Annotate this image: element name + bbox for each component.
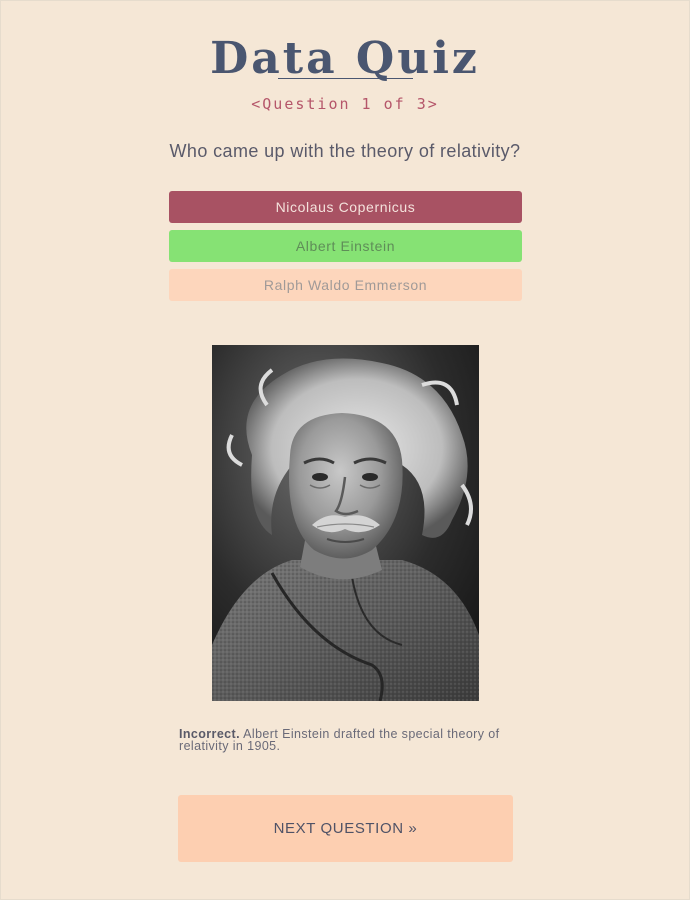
next-question-button[interactable]: NEXT QUESTION » bbox=[178, 795, 513, 862]
question-text: Who came up with the theory of relativit… bbox=[169, 141, 521, 161]
answer-option-copernicus[interactable]: Nicolaus Copernicus bbox=[169, 191, 522, 223]
quiz-page: Data Quiz <Question 1 of 3> Who came up … bbox=[0, 0, 690, 900]
answer-label: Albert Einstein bbox=[295, 238, 396, 254]
answer-option-emmerson[interactable]: Ralph Waldo Emmerson bbox=[169, 269, 522, 301]
next-question-label: NEXT QUESTION » bbox=[273, 820, 418, 837]
answer-label: Ralph Waldo Emmerson bbox=[263, 277, 428, 293]
answer-option-einstein[interactable]: Albert Einstein bbox=[169, 230, 522, 262]
title-underline bbox=[278, 78, 413, 79]
answer-list: Nicolaus Copernicus Albert Einstein Ralp… bbox=[169, 191, 522, 301]
portrait-image bbox=[212, 345, 479, 701]
answer-feedback: Incorrect. Albert Einstein drafted the s… bbox=[179, 728, 524, 753]
question-progress: <Question 1 of 3> bbox=[251, 95, 439, 113]
answer-label: Nicolaus Copernicus bbox=[275, 199, 416, 215]
